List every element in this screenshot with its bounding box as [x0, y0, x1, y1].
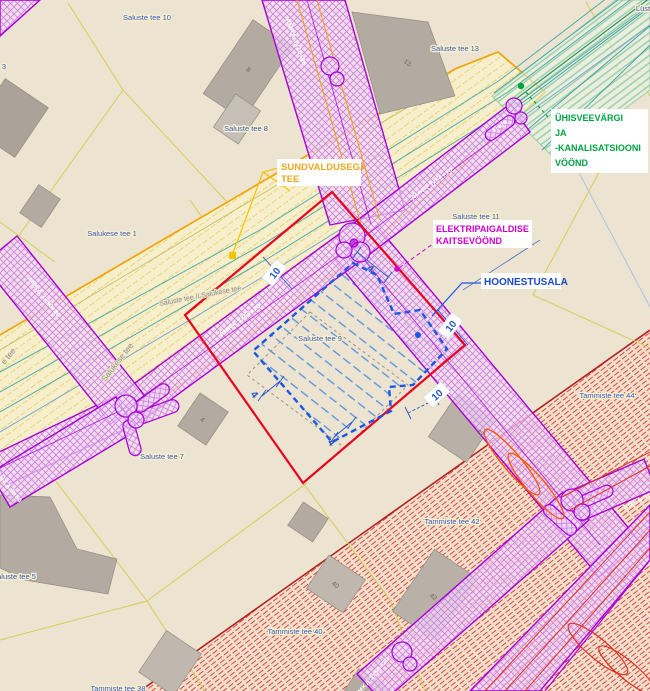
callout-elektri-line1: ELEKTRIPAIGALDISE — [436, 224, 529, 234]
callout-hoonestus-line1: HOONESTUSALA — [484, 277, 568, 288]
plan-map-canvas[interactable]: 10 10 10 4 4 4 AMKA 3x70+95 AMKA 3x50+20… — [0, 0, 650, 691]
parcel-label-3-clipped: 3 — [2, 62, 6, 71]
callout-hoonestusala: HOONESTUSALA — [481, 273, 568, 289]
road-point-marker — [229, 252, 236, 259]
parcel-label-salukese-1: Salukese tee 1 — [87, 229, 137, 238]
parcel-label-saluste-9: Saluste tee 9 — [298, 334, 342, 343]
water-point-marker — [518, 83, 524, 89]
parcel-label-lust-clipped: Lüst — [636, 4, 650, 13]
parcel-label-tammiste-38: Tammiste tee 38 — [90, 684, 145, 691]
callout-veevark-line4: VÖÖND — [555, 158, 589, 168]
callout-elektripaigaldise-kaitsevoond: ELEKTRIPAIGALDISE KAITSEVÖÖND — [433, 220, 532, 248]
callout-sundvaldusega-tee: SUNDVALDUSEGA TEE — [277, 159, 367, 186]
map-svg: 10 10 10 4 4 4 AMKA 3x70+95 AMKA 3x50+20… — [0, 0, 650, 691]
callout-veevark-line3: -KANALISATSIOONI — [555, 143, 641, 153]
parcel-label-saluste-7: Saluste tee 7 — [140, 452, 184, 461]
parcel-label-tammiste-42: Tammiste tee 42 — [424, 517, 479, 526]
parcel-label-saluste-8: Saluste tee 8 — [224, 124, 268, 133]
parcel-label-tammiste-40: Tammiste tee 40 — [267, 627, 322, 636]
parcel-label-tammiste-44: Tammiste tee 44 — [579, 391, 634, 400]
callout-sundvaldus-line2: TEE — [281, 174, 299, 185]
building-area-marker — [415, 332, 421, 338]
parcel-label-saluste-13: Saluste tee 13 — [431, 44, 479, 53]
callout-uhisveevark-kanalisatsioon: ÜHISVEEVÄRGI JA -KANALISATSIOONI VÖÖND — [551, 109, 648, 173]
callout-veevark-line2: JA — [555, 128, 567, 138]
callout-veevark-line1: ÜHISVEEVÄRGI — [555, 113, 623, 123]
parcel-label-saluste-10: Saluste tee 10 — [123, 13, 171, 22]
cable-point-marker — [394, 266, 400, 272]
callout-elektri-line2: KAITSEVÖÖND — [436, 236, 503, 246]
parcel-label-saluste-11: Saluste tee 11 — [452, 212, 499, 221]
parcel-label-saluste-5: Saluste tee 5 — [0, 572, 36, 581]
callout-sundvaldus-line1: SUNDVALDUSEGA — [281, 162, 367, 173]
